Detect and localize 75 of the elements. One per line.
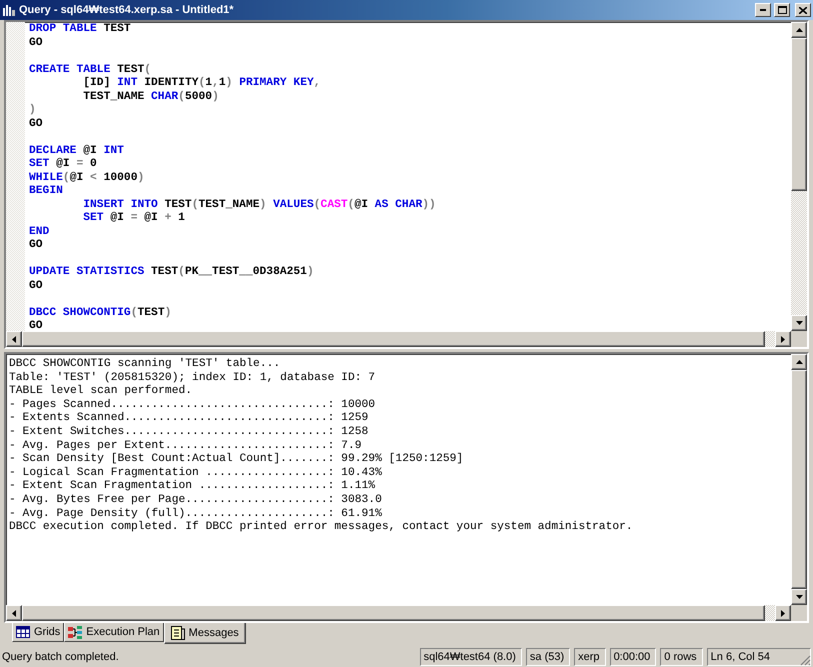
message-line: Table: 'TEST' (205815320); index ID: 1, database ID: 7	[9, 372, 376, 384]
vertical-scrollbar[interactable]	[791, 22, 807, 331]
down-arrow-icon	[796, 321, 802, 325]
code-line: [ID] INT IDENTITY(1,1) PRIMARY KEY,	[82, 77, 322, 90]
messages-icon	[170, 626, 185, 640]
scroll-left-button[interactable]	[6, 331, 22, 347]
code-line: INSERT INTO TEST(TEST_NAME) VALUES(CAST(@I AS CHAR))	[82, 198, 437, 212]
status-panel: xerp	[574, 648, 606, 666]
code-line: GO	[29, 36, 44, 50]
code-line: GO	[29, 118, 44, 131]
resize-grip-icon[interactable]	[799, 654, 811, 666]
close-icon	[799, 6, 807, 14]
scroll-left-button[interactable]	[6, 605, 22, 621]
message-line: - Extent Scan Fragmentation ...................: 1.11%	[9, 480, 376, 494]
status-panel: Ln 6, Col 54	[706, 648, 811, 666]
code-line: UPDATE STATISTICS TEST(PK__TEST__0D38A251)	[29, 266, 315, 280]
result-tab[interactable]: Grids	[12, 623, 64, 642]
code-line: DECLARE @I INT	[29, 144, 125, 158]
message-line: - Scan Density [Best Count:Actual Count].......: 99.29% [1250:1259]	[9, 453, 464, 466]
code-line: DROP TABLE TEST	[29, 23, 132, 36]
code-line: GO	[29, 280, 44, 293]
query-editor[interactable]	[4, 20, 809, 349]
maximize-button[interactable]	[774, 3, 790, 17]
code-line: GO	[29, 320, 44, 331]
message-line: TABLE level scan performed.	[9, 385, 192, 398]
result-tab[interactable]: Messages	[164, 623, 246, 644]
status-message: Query batch completed.	[2, 650, 120, 665]
query-window-icon	[3, 4, 16, 16]
left-arrow-icon	[12, 336, 16, 342]
minimize-icon	[760, 9, 766, 11]
window-title: Query - sql64₩test64.xerp.sa - Untitled1*	[19, 4, 235, 16]
right-arrow-icon	[781, 336, 785, 342]
message-line: - Extents Scanned..............................: 1259	[9, 412, 368, 426]
grid-icon	[16, 626, 30, 638]
scroll-up-button[interactable]	[791, 22, 807, 38]
maximize-icon	[778, 6, 786, 14]
scroll-up-button[interactable]	[791, 354, 807, 370]
code-line: SET @I = @I + 1	[82, 212, 186, 226]
down-arrow-icon	[796, 595, 802, 599]
result-tab[interactable]: Execution Plan	[64, 623, 164, 642]
code-line: WHILE(@I < 10000)	[29, 172, 146, 185]
minimize-button[interactable]	[755, 3, 771, 17]
message-line: - Pages Scanned................................: 10000	[9, 398, 376, 412]
scroll-down-button[interactable]	[791, 589, 807, 605]
up-arrow-icon	[796, 360, 802, 364]
execution-plan-icon	[68, 626, 82, 638]
close-button[interactable]	[795, 3, 811, 17]
message-line: - Avg. Pages per Extent........................: 7.9	[9, 440, 362, 452]
code-line: END	[29, 226, 50, 239]
status-panel: sql64₩test64 (8.0)	[420, 648, 522, 666]
scroll-right-button[interactable]	[775, 331, 791, 347]
code-line: GO	[29, 239, 44, 252]
scroll-right-button[interactable]	[775, 605, 791, 621]
scrollbar-thumb[interactable]	[791, 38, 807, 191]
scroll-down-button[interactable]	[791, 315, 807, 331]
scrollbar-corner	[791, 605, 807, 621]
message-line: - Extent Switches..............................: 1258	[9, 426, 368, 440]
code-line: BEGIN	[29, 185, 64, 198]
status-panel: 0:00:00	[610, 648, 656, 666]
scrollbar-corner	[791, 331, 807, 347]
status-panel: sa (53)	[526, 648, 570, 666]
code-line: TEST_NAME CHAR(5000)	[82, 90, 220, 104]
code-line: SET @I = 0	[29, 158, 98, 172]
message-line: DBCC SHOWCONTIG scanning 'TEST' table...	[9, 358, 280, 372]
left-arrow-icon	[12, 610, 16, 616]
right-arrow-icon	[781, 610, 785, 616]
code-line: CREATE TABLE TEST(	[29, 64, 152, 76]
message-line: - Logical Scan Fragmentation ..................: 10.43%	[9, 466, 382, 480]
message-line: DBCC execution completed. If DBCC printed error messages, contact your system administrator.	[9, 521, 633, 535]
message-line: - Avg. Bytes Free per Page.....................: 3083.0	[9, 494, 382, 508]
message-line: - Avg. Page Density (full).....................: 61.91%	[9, 508, 382, 520]
up-arrow-icon	[796, 28, 802, 32]
code-line: )	[29, 104, 37, 118]
code-line: DBCC SHOWCONTIG(TEST)	[29, 306, 172, 320]
status-panel: 0 rows	[660, 648, 703, 666]
